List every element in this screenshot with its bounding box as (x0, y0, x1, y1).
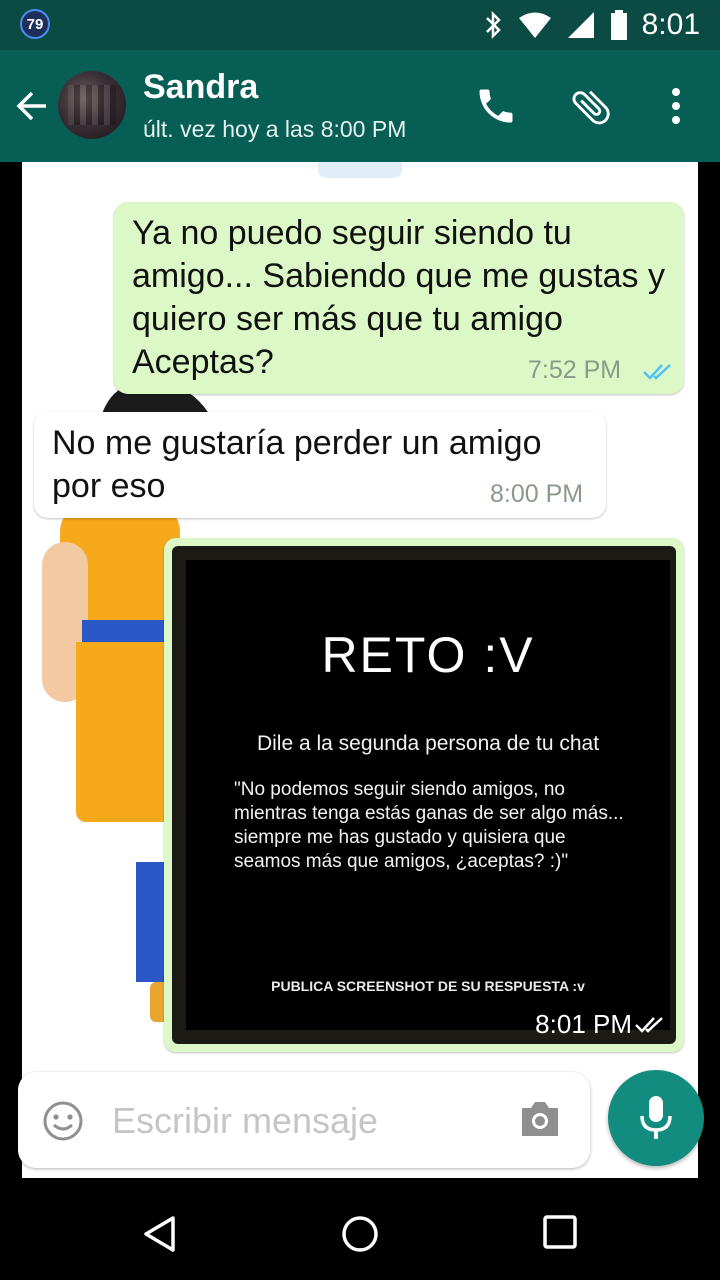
message-time: 8:01 PM (535, 1009, 632, 1039)
nav-recents-icon[interactable] (542, 1214, 578, 1250)
image-quote: "No podemos seguir siendo amigos, no mie… (234, 779, 624, 872)
voice-message-button[interactable] (608, 1070, 704, 1166)
message-composer (18, 1072, 590, 1168)
battery-icon (610, 10, 627, 40)
system-nav-bar (0, 1184, 720, 1280)
delivered-ticks-icon (635, 1017, 663, 1033)
chat-header: Sandra últ. vez hoy a las 8:00 PM (0, 50, 720, 162)
image-title: RETO :V (321, 627, 535, 683)
cell-signal-icon (567, 12, 594, 38)
back-arrow-icon[interactable] (14, 88, 50, 124)
nav-home-icon[interactable] (340, 1214, 380, 1254)
nav-back-icon[interactable] (140, 1214, 180, 1254)
camera-icon[interactable] (518, 1100, 562, 1138)
message-time: 8:00 PM (490, 480, 584, 508)
status-bar: 79 8:01 (0, 0, 720, 50)
read-ticks-icon (643, 364, 671, 380)
image-message-outgoing[interactable]: RETO :V Dile a la segunda persona de tu … (164, 538, 684, 1052)
image-subtitle: Dile a la segunda persona de tu chat (256, 732, 600, 755)
message-input[interactable] (110, 1094, 504, 1148)
contact-name[interactable]: Sandra (143, 68, 258, 107)
more-vert-icon[interactable] (662, 84, 690, 128)
previous-message-edge (318, 162, 402, 178)
contact-avatar[interactable] (58, 71, 126, 139)
wifi-icon (518, 12, 551, 38)
clock: 8:01 (641, 8, 700, 41)
emoji-icon[interactable] (42, 1100, 84, 1142)
bluetooth-icon (485, 11, 501, 39)
last-seen-status: últ. vez hoy a las 8:00 PM (143, 116, 407, 142)
message-bubble-outgoing[interactable]: Ya no puedo seguir siendo tu amigo... Sa… (114, 202, 684, 394)
phone-icon[interactable] (474, 84, 518, 128)
attach-icon[interactable] (568, 84, 614, 130)
shared-image[interactable]: RETO :V Dile a la segunda persona de tu … (186, 560, 670, 1030)
message-bubble-incoming[interactable]: No me gustaría perder un amigo por eso 8… (34, 412, 606, 518)
notification-badge: 79 (20, 9, 50, 39)
image-footer: PUBLICA SCREENSHOT DE SU RESPUESTA :v (271, 978, 585, 994)
message-time: 7:52 PM (528, 356, 622, 384)
microphone-icon (640, 1096, 672, 1139)
chat-area[interactable]: Ya no puedo seguir siendo tu amigo... Sa… (22, 162, 698, 1178)
